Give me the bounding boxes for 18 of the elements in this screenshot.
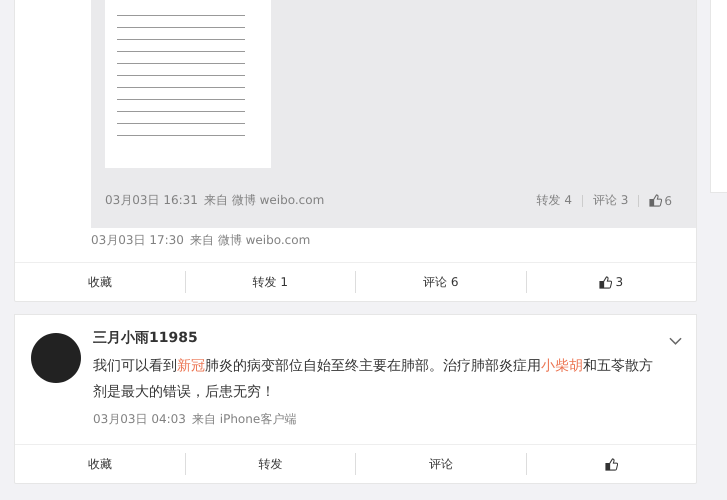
action-button[interactable]: 评论 6 xyxy=(423,274,459,290)
post-source: 来自 微博 weibo.com xyxy=(204,192,324,209)
post-time: 03月03日 17:30 xyxy=(91,233,184,247)
chevron-down-icon[interactable] xyxy=(669,337,682,345)
like-button[interactable] xyxy=(604,458,618,470)
action-button[interactable]: 转发 1 xyxy=(252,274,288,290)
post-time: 03月03日 16:31 xyxy=(105,192,198,209)
author-name[interactable]: 三月小雨11985 xyxy=(93,329,198,347)
post-text: 我们可以看到新冠肺炎的病变部位自始至终主要在肺部。治疗肺部炎症用小柴胡和五苓散方剂是最大的错误，后患无穷！ xyxy=(93,357,653,402)
action-button[interactable]: 收藏 xyxy=(88,274,112,290)
action-button[interactable]: 评论 xyxy=(428,456,453,472)
post-source: 来自 微博 weibo.com xyxy=(190,233,310,247)
post-time: 03月03日 04:03 xyxy=(93,412,186,426)
action-button[interactable]: 收藏 xyxy=(88,456,112,472)
like-button[interactable]: 3 xyxy=(599,275,624,289)
post-source: 来自 iPhone客户端 xyxy=(192,412,296,426)
action-button[interactable]: 转发 xyxy=(258,456,282,472)
avatar[interactable] xyxy=(31,333,81,383)
